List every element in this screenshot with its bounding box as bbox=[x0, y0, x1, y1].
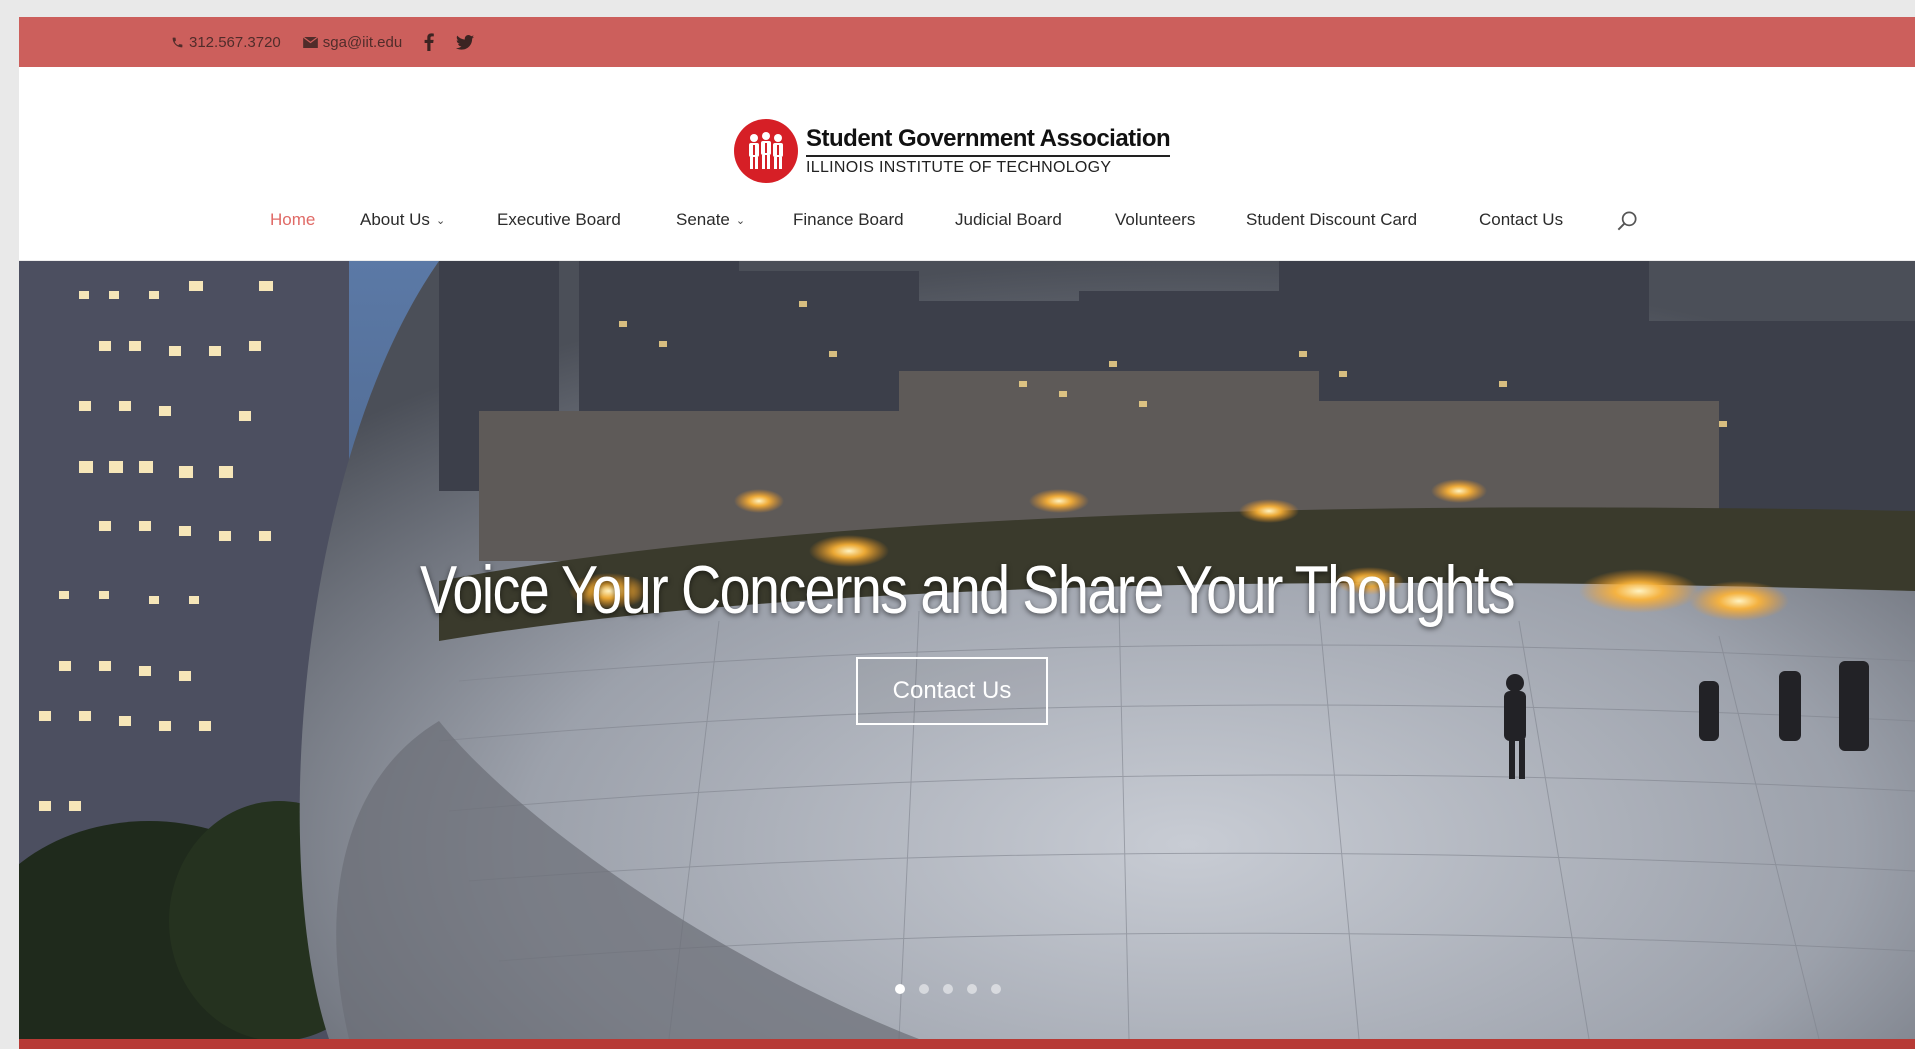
twitter-icon[interactable] bbox=[456, 34, 475, 50]
top-bar: 312.567.3720 sga@iit.edu bbox=[19, 17, 1915, 67]
site-logo[interactable]: Student Government Association ILLINOIS … bbox=[734, 119, 1171, 183]
nav-item-volunteers[interactable]: Volunteers bbox=[1115, 210, 1195, 230]
nav-item-about-us[interactable]: About Us ⌄ bbox=[360, 210, 445, 230]
nav-item-executive-board[interactable]: Executive Board bbox=[497, 210, 621, 230]
nav-item-senate[interactable]: Senate ⌄ bbox=[676, 210, 745, 230]
site-header: Student Government Association ILLINOIS … bbox=[19, 67, 1915, 261]
nav-item-label: Judicial Board bbox=[955, 210, 1062, 229]
phone-icon bbox=[172, 37, 183, 47]
slider-dot[interactable] bbox=[895, 984, 905, 994]
slider-dot[interactable] bbox=[967, 984, 977, 994]
hero-slider: Voice Your Concerns and Share Your Thoug… bbox=[19, 261, 1915, 1039]
hero-title: Voice Your Concerns and Share Your Thoug… bbox=[419, 552, 1516, 628]
sga-logo-icon bbox=[734, 119, 798, 183]
nav-item-student-discount-card[interactable]: Student Discount Card bbox=[1246, 210, 1417, 230]
facebook-icon[interactable] bbox=[424, 33, 435, 51]
nav-item-judicial-board[interactable]: Judicial Board bbox=[955, 210, 1062, 230]
search-icon[interactable] bbox=[1614, 208, 1640, 239]
mail-icon bbox=[302, 36, 318, 48]
nav-item-home[interactable]: Home bbox=[270, 210, 315, 230]
phone-number: 312.567.3720 bbox=[189, 33, 281, 51]
email-contact[interactable]: sga@iit.edu bbox=[302, 33, 403, 51]
chevron-down-icon: ⌄ bbox=[735, 214, 746, 227]
nav-item-label: Contact Us bbox=[1479, 210, 1564, 229]
slider-dot[interactable] bbox=[991, 984, 1001, 994]
nav-item-label: Student Discount Card bbox=[1246, 210, 1418, 229]
nav-item-finance-board[interactable]: Finance Board bbox=[793, 210, 904, 230]
logo-subtitle: ILLINOIS INSTITUTE OF TECHNOLOGY bbox=[806, 159, 1112, 176]
bottom-accent-bar bbox=[19, 1039, 1915, 1049]
slider-dot[interactable] bbox=[943, 984, 953, 994]
nav-item-label: Senate bbox=[676, 210, 730, 229]
slider-pagination bbox=[895, 984, 1001, 994]
nav-item-label: Home bbox=[270, 210, 316, 229]
hero-contact-button[interactable]: Contact Us bbox=[856, 657, 1048, 725]
nav-item-label: Finance Board bbox=[793, 210, 904, 229]
nav-item-label: About Us bbox=[360, 210, 430, 229]
page-frame: 312.567.3720 sga@iit.edu Student Governm… bbox=[19, 17, 1915, 1049]
nav-item-label: Executive Board bbox=[497, 210, 621, 229]
chevron-down-icon: ⌄ bbox=[435, 214, 446, 227]
hero-background-image bbox=[19, 261, 1915, 1039]
phone-contact[interactable]: 312.567.3720 bbox=[171, 34, 281, 51]
email-address: sga@iit.edu bbox=[322, 33, 403, 51]
nav-item-label: Volunteers bbox=[1115, 210, 1196, 229]
main-nav: Home About Us ⌄ Executive Board Senate ⌄… bbox=[19, 210, 1915, 240]
logo-title: Student Government Association bbox=[806, 125, 1171, 157]
nav-item-contact-us[interactable]: Contact Us bbox=[1479, 210, 1563, 230]
slider-dot[interactable] bbox=[919, 984, 929, 994]
